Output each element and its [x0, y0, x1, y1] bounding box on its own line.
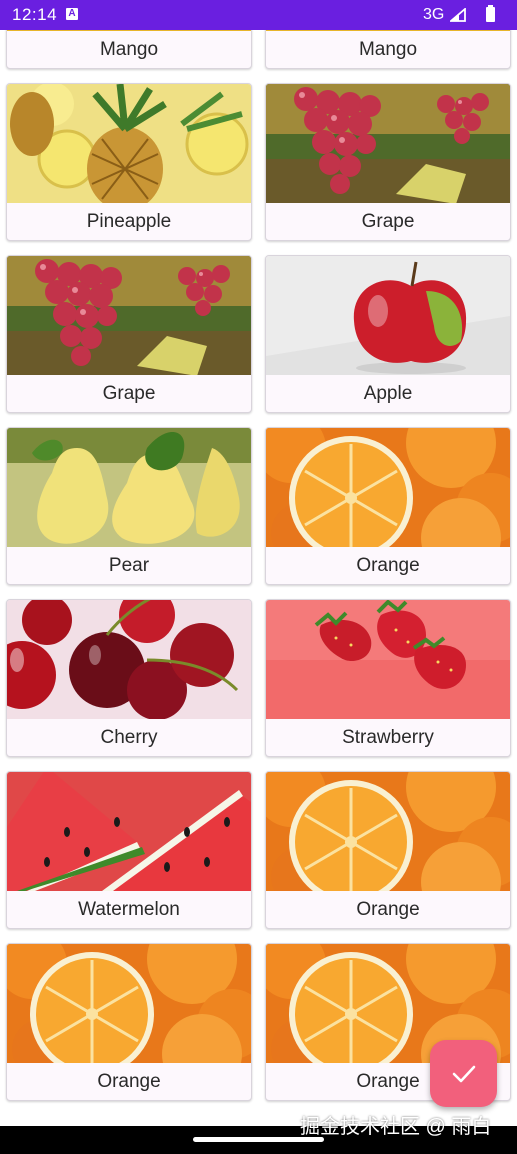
fruit-image-strawberry: [266, 600, 510, 719]
fruit-name: Mango: [358, 39, 418, 60]
fruit-image-orange: [266, 772, 510, 891]
fruit-card[interactable]: Orange: [265, 771, 511, 929]
fruit-name: Apple: [363, 383, 413, 404]
check-icon: [452, 1065, 475, 1082]
fruit-card[interactable]: Orange: [6, 943, 252, 1101]
fruit-name: Grape: [361, 211, 415, 232]
status-time: 12:14: [12, 5, 58, 24]
fruit-image-apple: [266, 256, 510, 375]
fruit-card[interactable]: Cherry: [6, 599, 252, 757]
fruit-image-pear: [7, 428, 251, 547]
confirm-fab[interactable]: [430, 1040, 497, 1107]
fruit-name: Orange: [356, 899, 420, 920]
fruit-name: Cherry: [100, 727, 158, 748]
fruit-card[interactable]: Mango: [265, 30, 511, 69]
fruit-card[interactable]: Pineapple: [6, 83, 252, 241]
network-type: 3G: [423, 6, 445, 23]
fruit-name: Pineapple: [86, 211, 172, 232]
fruit-card[interactable]: Pear: [6, 427, 252, 585]
fruit-card[interactable]: Grape: [6, 255, 252, 413]
fruit-grid[interactable]: Mango Mango Pineapple Grape Grape Apple …: [0, 30, 517, 1126]
fruit-image-cherry: [7, 600, 251, 719]
signal-icon: [450, 8, 466, 22]
fruit-name: Grape: [102, 383, 156, 404]
fruit-name: Orange: [97, 1071, 161, 1092]
fruit-card[interactable]: Watermelon: [6, 771, 252, 929]
fruit-image-grape: [266, 84, 510, 203]
fruit-image-orange: [266, 428, 510, 547]
fruit-card[interactable]: Apple: [265, 255, 511, 413]
fruit-name: Pear: [108, 555, 150, 576]
battery-icon: [486, 5, 495, 22]
fruit-name: Strawberry: [342, 727, 434, 748]
fruit-card[interactable]: Orange: [265, 427, 511, 585]
fruit-name: Orange: [356, 555, 420, 576]
fruit-image-watermelon: [7, 772, 251, 891]
fruit-card[interactable]: Mango: [6, 30, 252, 69]
fruit-card[interactable]: Grape: [265, 83, 511, 241]
fruit-image-grape: [7, 256, 251, 375]
fruit-card[interactable]: Strawberry: [265, 599, 511, 757]
status-bar: 12:14 A 3G: [0, 0, 517, 30]
fruit-image-orange: [7, 944, 251, 1063]
notification-icon: A: [66, 8, 78, 20]
fruit-name: Watermelon: [78, 899, 180, 920]
fruit-name: Mango: [99, 39, 159, 60]
watermark: 掘金技术社区 @ 雨白: [300, 1116, 492, 1138]
fruit-image-pineapple: [7, 84, 251, 203]
